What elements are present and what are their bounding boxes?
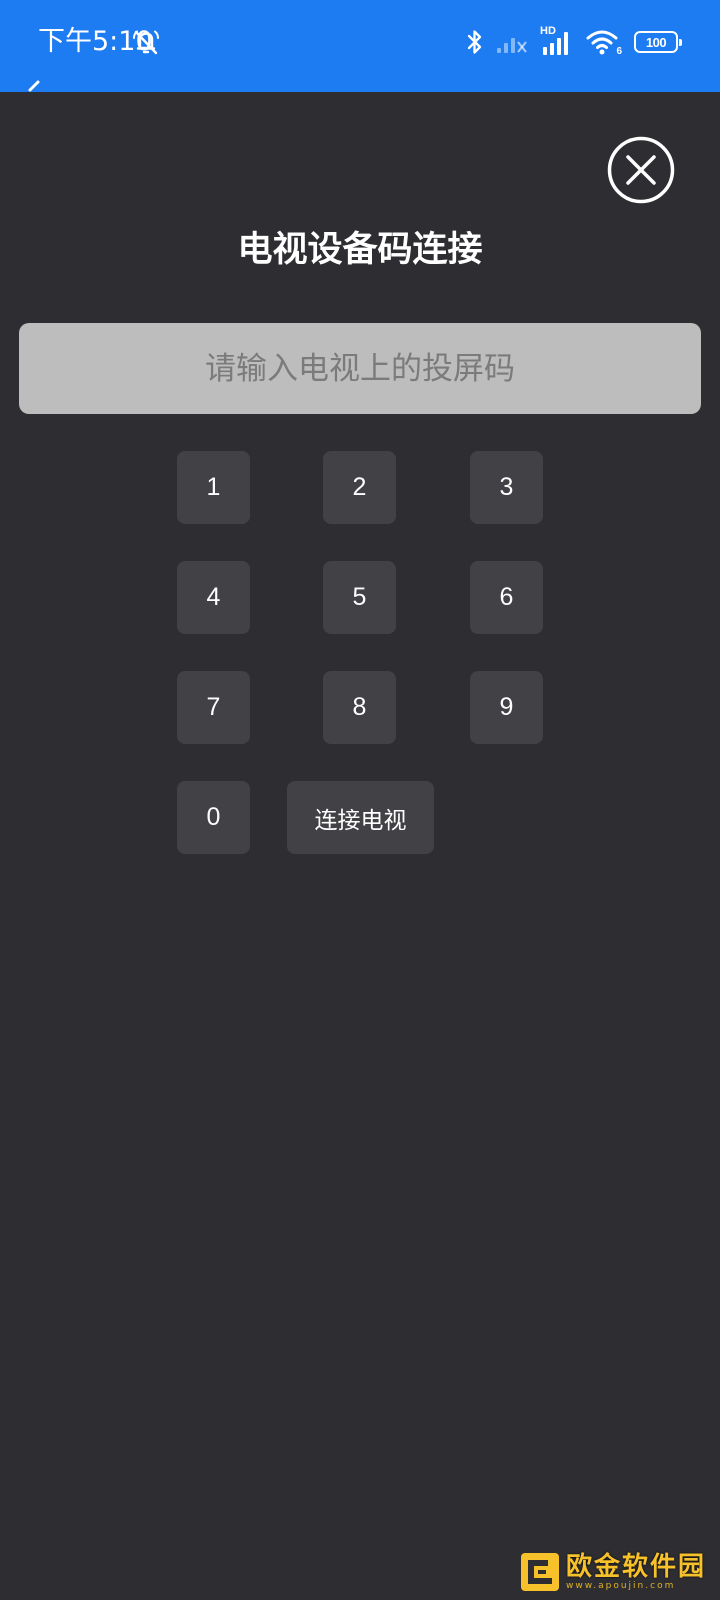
key-4[interactable]: 4 xyxy=(177,561,250,634)
signal-hd: HD xyxy=(540,25,574,57)
dialog-title: 电视设备码连接 xyxy=(237,230,483,270)
battery-level: 100 xyxy=(645,34,667,50)
key-2[interactable]: 2 xyxy=(323,451,396,524)
signal-no-service-icon xyxy=(497,38,527,53)
wifi-label: 6 xyxy=(616,46,622,57)
signal-strength-icon xyxy=(543,32,568,55)
key-3[interactable]: 3 xyxy=(470,451,543,524)
status-bar: 下午5:10 HD 6 100 xyxy=(0,0,720,92)
key-7[interactable]: 7 xyxy=(177,671,250,744)
status-icons: HD 6 100 xyxy=(466,24,682,60)
screen-code-input[interactable] xyxy=(19,323,701,414)
wifi: 6 xyxy=(586,27,622,57)
close-circle-icon[interactable] xyxy=(607,136,675,204)
key-1[interactable]: 1 xyxy=(177,451,250,524)
battery-icon: 100 xyxy=(634,31,682,53)
key-9[interactable]: 9 xyxy=(470,671,543,744)
bluetooth-icon xyxy=(467,30,482,54)
key-5[interactable]: 5 xyxy=(323,561,396,634)
site-logo-icon xyxy=(521,1553,559,1591)
key-8[interactable]: 8 xyxy=(323,671,396,744)
watermark-title: 欧金软件园 xyxy=(566,1551,707,1582)
connect-tv-button[interactable]: 连接电视 xyxy=(287,781,434,854)
key-0[interactable]: 0 xyxy=(177,781,250,854)
watermark: 欧金软件园 www.apoujin.com xyxy=(520,1550,710,1594)
back-arrow-icon xyxy=(28,80,40,92)
key-6[interactable]: 6 xyxy=(470,561,543,634)
watermark-url: www.apoujin.com xyxy=(566,1580,676,1591)
bell-muted-icon xyxy=(133,30,159,55)
